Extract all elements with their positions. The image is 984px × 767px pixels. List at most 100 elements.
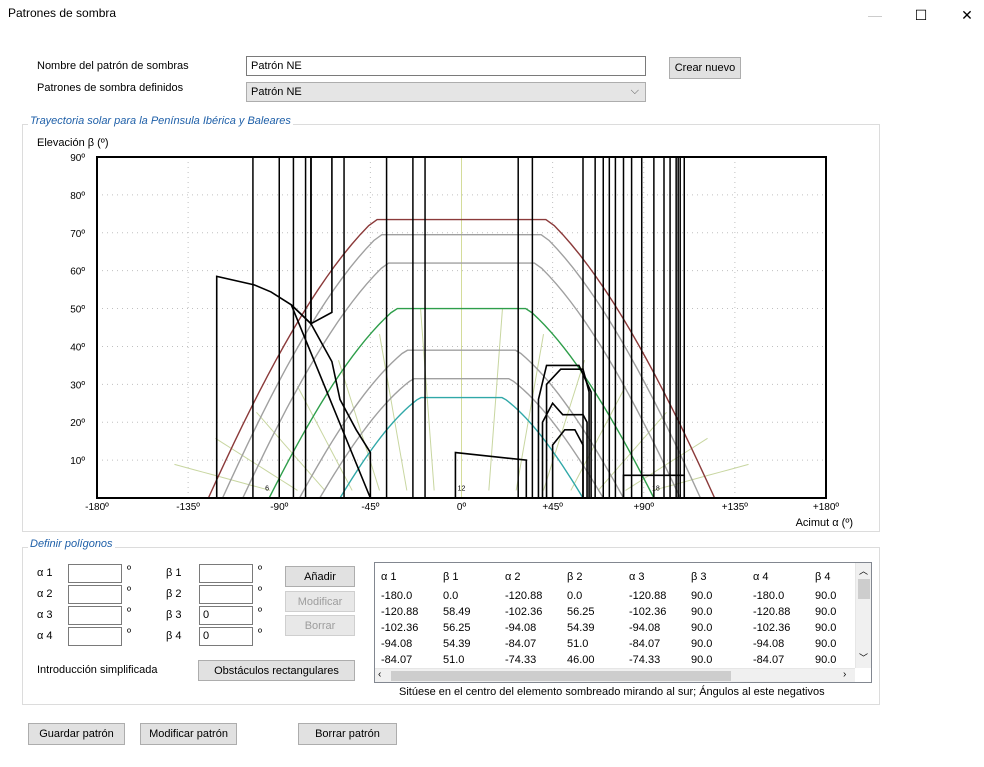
table-row[interactable]: -102.36 56.25 -94.08 54.39 -94.08 90.0 -102.36… [375, 622, 855, 637]
table-cell: -84.07 [381, 654, 413, 666]
degree-symbol: º [127, 564, 132, 576]
table-header-cell: α 2 [505, 571, 521, 583]
hour-label: 12 [458, 485, 466, 492]
degree-symbol: º [127, 627, 132, 639]
beta-4-input[interactable]: 0 [199, 627, 253, 646]
delete-button[interactable]: Borrar [285, 615, 355, 636]
x-tick-label: +90º [633, 502, 654, 513]
alpha-2-input[interactable] [68, 585, 122, 604]
hour-line [419, 308, 435, 491]
table-cell: -94.08 [629, 622, 661, 634]
table-cell: -74.33 [629, 654, 661, 666]
x-tick-label: -135º [176, 502, 200, 513]
y-tick-label: 90º [70, 153, 85, 164]
add-button[interactable]: Añadir [285, 566, 355, 587]
delete-pattern-button[interactable]: Borrar patrón [298, 723, 397, 745]
table-cell: 51.0 [567, 638, 589, 650]
table-cell: -94.08 [753, 638, 785, 650]
table-header: α 1 β 1 α 2 β 2 α 3 β 3 α 4 β 4 [375, 571, 855, 586]
table-header-cell: β 1 [443, 571, 459, 583]
beta-2-input[interactable] [199, 585, 253, 604]
beta-1-input[interactable] [199, 564, 253, 583]
table-cell: -84.07 [629, 638, 661, 650]
table-row[interactable]: -94.08 54.39 -84.07 51.0 -84.07 90.0 -94.08 90.… [375, 638, 855, 653]
table-cell: 56.25 [567, 606, 595, 618]
hour-line [256, 411, 326, 491]
hour-line [625, 437, 708, 491]
sun-path-chart: Elevación β (º) Acimut α (º) 10º 20º 30º 40… [37, 137, 853, 529]
alpha-4-input[interactable] [68, 627, 122, 646]
polygons-table[interactable]: α 1 β 1 α 2 β 2 α 3 β 3 α 4 β 4 -180.0 0.0 -120.88… [374, 562, 872, 683]
horizontal-scroll-thumb[interactable] [391, 671, 731, 681]
table-cell: -94.08 [505, 622, 537, 634]
x-tick-label: +180º [813, 502, 840, 513]
scroll-up-icon[interactable]: ︿ [859, 564, 868, 577]
vertical-scroll-thumb[interactable] [858, 579, 870, 599]
x-tick-label: +135º [722, 502, 749, 513]
y-axis-label: Elevación β (º) [37, 137, 108, 149]
y-tick-label: 70º [70, 229, 85, 240]
orientation-hint: Sitúese en el centro del elemento sombre… [399, 686, 825, 698]
table-cell: 90.0 [691, 622, 713, 634]
polygons-legend: Definir polígonos [28, 538, 115, 550]
obstacle-polygon [551, 428, 584, 499]
degree-symbol: º [127, 585, 132, 597]
table-header-cell: α 3 [629, 571, 645, 583]
degree-symbol: º [258, 585, 263, 597]
table-row[interactable]: -180.0 0.0 -120.88 0.0 -120.88 90.0 -180.0 90.0 [375, 590, 855, 605]
y-tick-label: 10º [70, 456, 85, 467]
alpha-3-input[interactable] [68, 606, 122, 625]
beta-label: β 2 [166, 588, 182, 600]
table-cell: 90.0 [815, 590, 837, 602]
alpha-label: α 3 [37, 609, 53, 621]
table-cell: 90.0 [815, 638, 837, 650]
table-header-cell: β 4 [815, 571, 831, 583]
beta-3-input[interactable]: 0 [199, 606, 253, 625]
table-cell: 90.0 [815, 606, 837, 618]
table-cell: 90.0 [691, 654, 713, 666]
y-tick-label: 80º [70, 191, 85, 202]
table-cell: 58.49 [443, 606, 471, 618]
modify-button[interactable]: Modificar [285, 591, 355, 612]
hour-line [597, 411, 667, 491]
hour-line [215, 437, 298, 491]
scroll-down-icon[interactable]: ﹀ [859, 651, 868, 664]
table-row[interactable]: -120.88 58.49 -102.36 56.25 -102.36 90.0 -120.… [375, 606, 855, 621]
table-cell: -102.36 [381, 622, 419, 634]
table-row[interactable]: -84.07 51.0 -74.33 46.00 -74.33 90.0 -84.07 90.… [375, 654, 855, 668]
table-cell: -102.36 [629, 606, 667, 618]
table-cell: 54.39 [443, 638, 471, 650]
vertical-scrollbar[interactable]: ︿ ﹀ [855, 563, 871, 668]
hour-line [488, 308, 504, 491]
table-cell: -120.88 [629, 590, 667, 602]
rectangular-obstacles-button[interactable]: Obstáculos rectangulares [198, 660, 355, 681]
hour-line [543, 360, 585, 491]
table-header-cell: β 2 [567, 571, 583, 583]
alpha-label: α 2 [37, 588, 53, 600]
beta-label: β 4 [166, 630, 182, 642]
scroll-left-icon[interactable]: ‹ [378, 669, 381, 680]
table-cell: -74.33 [505, 654, 537, 666]
beta-label: β 3 [166, 609, 182, 621]
table-cell: -94.08 [381, 638, 413, 650]
alpha-label: α 4 [37, 630, 53, 642]
x-tick-label: -180º [85, 502, 109, 513]
y-tick-label: 40º [70, 342, 85, 353]
beta-label: β 1 [166, 567, 182, 579]
table-cell: -180.0 [753, 590, 785, 602]
table-cell: 90.0 [815, 654, 837, 666]
table-header-cell: α 4 [753, 571, 769, 583]
x-tick-label: +45º [542, 502, 563, 513]
table-cell: -120.88 [753, 606, 791, 618]
alpha-1-input[interactable] [68, 564, 122, 583]
table-cell: -84.07 [753, 654, 785, 666]
table-cell: 54.39 [567, 622, 595, 634]
table-cell: 90.0 [691, 590, 713, 602]
modify-pattern-button[interactable]: Modificar patrón [140, 723, 237, 745]
horizontal-scrollbar[interactable]: ‹ › [375, 668, 855, 682]
table-cell: -84.07 [505, 638, 537, 650]
x-tick-label: -90º [270, 502, 288, 513]
scroll-right-icon[interactable]: › [843, 669, 846, 680]
save-pattern-button[interactable]: Guardar patrón [28, 723, 125, 745]
y-tick-label: 20º [70, 418, 85, 429]
